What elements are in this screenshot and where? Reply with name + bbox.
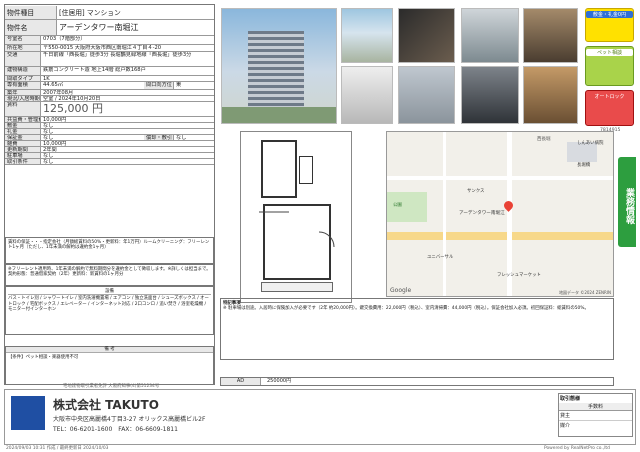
row-r_bld: 建物構造 鉄筋コンクリート造 地上14階 総戸数168戸	[5, 67, 214, 76]
top-number: 7814915	[600, 128, 621, 133]
map-title: 西長堀	[537, 137, 551, 142]
map[interactable]: 西長堀 アーデンタワー南堀江 サンクス 長堀橋 ユニバーサル フレッシュマーケッ…	[386, 131, 614, 297]
row-r_tr: 交通 千日前線「西長堀」徒歩3分 長堀鶴見緑地線「西長堀」徒歩3分	[5, 52, 214, 67]
remarks-panel: 特記事項 ※ 駐車場は別途。入居時に保険加入が必要です（2年 約20,000円）…	[220, 298, 614, 360]
photo-kitchen	[398, 66, 455, 124]
row-r_cond: 取引条件 なし	[5, 159, 214, 165]
equipment-box: 設備 バス・トイレ別 / シャワートイレ / 室内洗濯機置場 / エアコン / …	[5, 286, 214, 335]
row-r_rent: 賃料 125,000 円	[5, 102, 214, 117]
floor-plan	[240, 131, 352, 303]
company-name: 株式会社 TAKUTO	[53, 398, 159, 412]
footer: 宅地建物取引業者免許 大阪府知事(4)第51234号 株式会社 TAKUTO 大…	[4, 384, 636, 445]
property-name: アーデンタワー南堀江	[59, 23, 139, 32]
row-r_addr: 所在地 〒550-0015 大阪府大阪市西区南堀江４丁目４-20	[5, 45, 214, 52]
badge-pet: ペット相談	[585, 46, 634, 86]
stamp: 2024/09/03 10:31 作成 / 最終更新日 2024/10/03	[6, 446, 109, 451]
type-value: [住居用] マンション	[59, 9, 121, 17]
photo-hall	[523, 8, 578, 63]
photo-lobby	[398, 8, 455, 63]
name-row: 物件名 アーデンタワー南堀江	[5, 20, 214, 36]
photo-closet	[523, 66, 578, 124]
notes-box: 賃料の保証・・・指定会社（月額総賃料の50%・更新料：年1万円）ルームクリーニン…	[5, 237, 214, 264]
powered: Powered by RealNetPro co.,ltd	[544, 446, 610, 451]
remarks-box: 備 考 【条件】ペット相談・楽器使用不可	[5, 346, 214, 385]
building-photo	[221, 8, 337, 124]
map-logo: Google	[390, 287, 412, 294]
company-logo	[11, 396, 45, 430]
map-credit: 地図データ ©2024 ZENRIN	[559, 290, 611, 295]
floor-plan-room	[261, 140, 297, 198]
photo-room	[341, 66, 393, 124]
notes2-box: ※フリーレント適用時、1年未満の解約で無料期間分を違約金として徴収します。※詳し…	[5, 264, 214, 286]
fee-table: 取引態様 手数料 貸主 媒介	[558, 393, 633, 437]
side-tab[interactable]: 業務情報	[618, 157, 636, 247]
badge-no-deposit: 敷金・礼金0円	[585, 8, 634, 42]
ad-row: AD 250000円	[220, 377, 614, 386]
row-r_area: 専有面積 44.65㎡ 間口向方位東	[5, 82, 214, 90]
badge-autolock: オートロック	[585, 90, 634, 126]
photo-bath	[461, 66, 519, 124]
photo-street	[341, 8, 393, 63]
row-r_num: 号室名 0703（7階部分）	[5, 36, 214, 45]
type-row: 物件種目 [住居用] マンション	[5, 6, 214, 20]
photo-entrance	[461, 8, 519, 63]
